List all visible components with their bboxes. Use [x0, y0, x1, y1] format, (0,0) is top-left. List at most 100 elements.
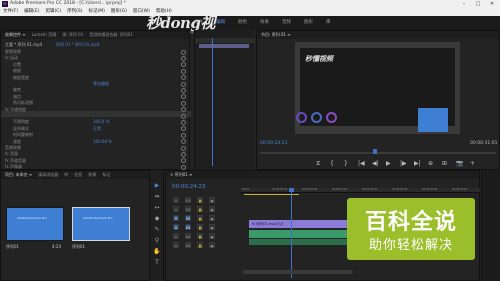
timeline-playhead[interactable]	[291, 188, 292, 278]
transport-button[interactable]: ▶|	[414, 160, 421, 167]
keyframe-reset-icon[interactable]	[181, 164, 186, 170]
track-name[interactable]: A2	[185, 233, 191, 239]
project-tab[interactable]: 标记	[102, 171, 110, 179]
effect-row-value[interactable]: 100.00 %	[93, 139, 112, 144]
tool-button[interactable]: ▶	[153, 182, 161, 190]
effect-controls-tab[interactable]: 源: 序列 01	[62, 31, 83, 39]
keyframe-reset-icon[interactable]	[181, 87, 186, 93]
keyframe-reset-icon[interactable]	[181, 119, 186, 125]
keyframe-reset-icon[interactable]	[181, 68, 186, 74]
track-name[interactable]: V1	[185, 215, 191, 221]
tool-button[interactable]: ✋	[153, 248, 161, 256]
project-item-thumbnail[interactable]: Adobe Premiere Pro	[6, 207, 64, 241]
menu-item[interactable]: 剪辑(C)	[45, 8, 61, 16]
menu-item[interactable]: 图形(G)	[111, 8, 127, 16]
eye-icon[interactable]: ◉	[209, 206, 215, 212]
lock-icon[interactable]: 🔒	[197, 233, 203, 239]
transport-button[interactable]: }	[344, 160, 348, 167]
program-monitor-tab[interactable]: 节目: 序列 01 ≡	[257, 31, 499, 39]
menu-item[interactable]: 标记(M)	[89, 8, 105, 16]
track-name[interactable]: V3	[185, 197, 191, 203]
track-target-toggle[interactable]: A	[173, 233, 179, 239]
keyframe-reset-icon[interactable]	[181, 126, 186, 132]
tool-button[interactable]: ✎	[153, 226, 161, 234]
effect-controls-tab[interactable]: 音频剪辑混合器: 序列01	[89, 31, 133, 39]
eye-icon[interactable]: ◉	[209, 242, 215, 248]
track-target-toggle[interactable]: A	[173, 242, 179, 248]
lock-icon[interactable]: 🔒	[197, 215, 203, 221]
track-target-toggle[interactable]: V	[173, 215, 179, 221]
lock-icon[interactable]: 🔒	[197, 206, 203, 212]
transport-button[interactable]: |▶	[400, 160, 407, 167]
workspace-tab[interactable]: 效果	[260, 19, 269, 25]
transport-button[interactable]: ⧖	[316, 160, 320, 168]
timeline-ruler[interactable]: 00:00 00:00:05:00 00:00:10:00 00:00:15:00 00…	[240, 188, 480, 193]
project-item-thumbnail[interactable]: Adobe Premiere Pro	[72, 207, 130, 241]
tool-button[interactable]: T	[153, 259, 161, 267]
maximize-button[interactable]: □	[472, 0, 484, 8]
keyframe-reset-icon[interactable]	[181, 145, 186, 151]
transport-button[interactable]: ▶	[386, 160, 391, 167]
transport-button[interactable]: 📷	[456, 160, 463, 167]
track-target-toggle[interactable]: A	[173, 224, 179, 230]
audio-clip-2[interactable]	[249, 239, 349, 245]
timeline-tab[interactable]: × 序列01 ≡	[166, 171, 479, 179]
timeline-timecode[interactable]: 00:00:24:23	[172, 184, 206, 190]
eye-icon[interactable]: ◉	[209, 215, 215, 221]
keyframe-reset-icon[interactable]	[181, 75, 186, 81]
track-target-toggle[interactable]: V	[173, 206, 179, 212]
workspace-tab[interactable]: 颜色	[238, 19, 247, 25]
keyframe-reset-icon[interactable]	[181, 49, 186, 55]
track-name[interactable]: A3	[185, 242, 191, 248]
transport-button[interactable]: +	[470, 160, 475, 167]
tool-button[interactable]: ↔	[153, 204, 161, 212]
keyframe-reset-icon[interactable]	[181, 132, 186, 138]
effect-controls-tab[interactable]: 效果控件 ≡	[5, 31, 26, 39]
project-tab[interactable]: 媒体浏览器	[38, 171, 58, 179]
menu-item[interactable]: 文件(F)	[3, 8, 18, 16]
eye-icon[interactable]: ◉	[209, 233, 215, 239]
effect-row-value[interactable]: 正常	[93, 126, 101, 132]
lock-icon[interactable]: 🔒	[197, 242, 203, 248]
track-target-toggle[interactable]: V	[173, 197, 179, 203]
project-tab[interactable]: 项目: 未命名 ≡	[5, 171, 32, 179]
keyframe-reset-icon[interactable]	[181, 151, 186, 157]
close-button[interactable]: ✕	[486, 0, 498, 8]
track-name[interactable]: V2	[185, 206, 191, 212]
transport-button[interactable]: |◀	[358, 160, 365, 167]
transport-button[interactable]: {	[330, 160, 334, 167]
transport-button[interactable]: ⊞	[442, 160, 447, 167]
sequence-label[interactable]: 序列 01 * 序列 01.mp4	[56, 42, 100, 48]
tool-button[interactable]: ⇹	[153, 193, 161, 201]
workspace-tab[interactable]: 音频	[282, 19, 291, 25]
eye-icon[interactable]: ◉	[209, 224, 215, 230]
keyframe-reset-icon[interactable]	[181, 94, 186, 100]
effect-controls-ruler[interactable]	[195, 38, 255, 43]
keyframe-reset-icon[interactable]	[181, 62, 186, 68]
track-name[interactable]: A1	[185, 224, 191, 230]
tool-button[interactable]: ⚲	[153, 237, 161, 245]
project-tab[interactable]: 信息	[74, 171, 82, 179]
project-tab[interactable]: 库	[64, 171, 68, 179]
effect-controls-playhead[interactable]	[212, 38, 213, 166]
menu-item[interactable]: 序列(S)	[67, 8, 82, 16]
eye-icon[interactable]: ◉	[209, 197, 215, 203]
timeline-scrollbar[interactable]	[243, 270, 353, 274]
keyframe-reset-icon[interactable]	[181, 158, 186, 164]
keyframe-reset-icon[interactable]	[181, 113, 186, 119]
lock-icon[interactable]: 🔒	[197, 224, 203, 230]
program-playhead[interactable]	[373, 149, 377, 154]
transport-button[interactable]: ◀|	[372, 160, 379, 167]
effect-row-value[interactable]: 100.0 %	[93, 119, 110, 124]
timeline-playhead-handle[interactable]	[289, 188, 294, 192]
program-timecode[interactable]: 00:00:24:23	[260, 141, 287, 146]
workspace-tab[interactable]: 图形	[304, 19, 313, 25]
keyframe-reset-icon[interactable]	[181, 100, 186, 106]
tool-button[interactable]: ◆	[153, 215, 161, 223]
workspace-tab[interactable]: 库	[326, 19, 331, 25]
video-clip[interactable]: fx 序列01.mp4 [V]	[249, 220, 349, 228]
keyframe-reset-icon[interactable]	[181, 81, 186, 87]
keyframe-reset-icon[interactable]	[181, 139, 186, 145]
lock-icon[interactable]: 🔒	[197, 197, 203, 203]
program-scrub-bar[interactable]	[260, 152, 496, 154]
